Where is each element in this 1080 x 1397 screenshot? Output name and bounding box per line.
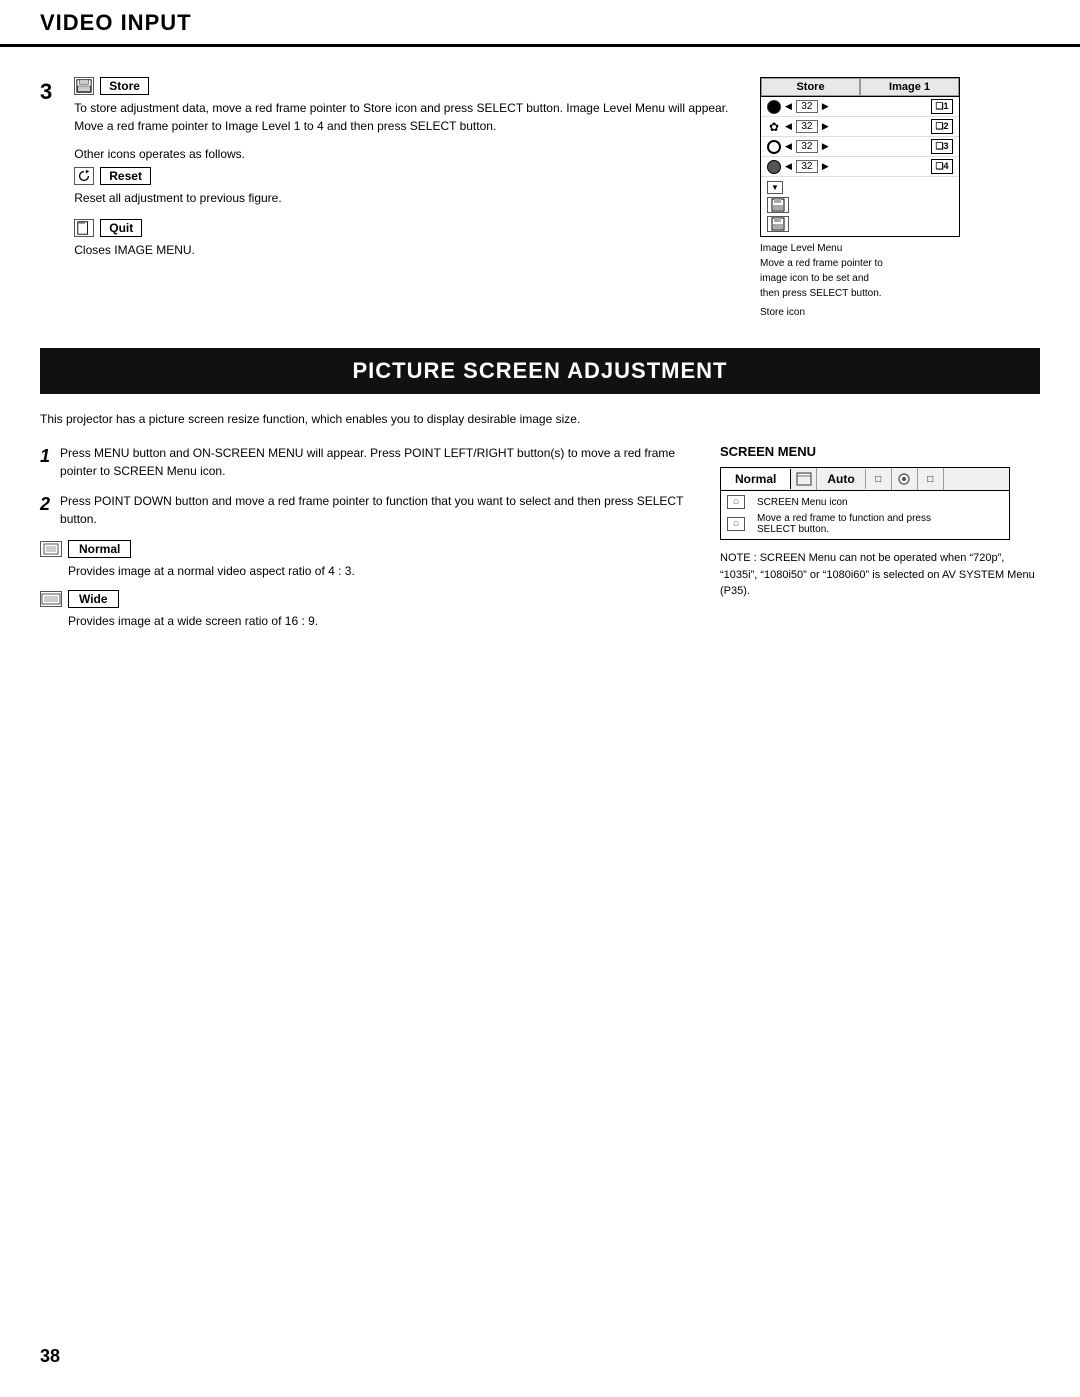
ilm-img1: ❑1 xyxy=(931,99,953,114)
ilm-sun-2: ✿ xyxy=(767,120,781,134)
normal-row: Normal xyxy=(40,540,690,558)
psa-step1: 1 Press MENU button and ON-SCREEN MENU w… xyxy=(40,444,690,480)
content-area: 3 Store To store adjustment data, move a… xyxy=(0,77,1080,640)
sm-icon-cell-2: □ xyxy=(866,468,892,490)
store-label: Store xyxy=(100,77,149,95)
store-icon-label: Store icon xyxy=(760,307,1040,318)
video-input-title: VIDEO INPUT xyxy=(40,10,1040,36)
quit-desc: Closes IMAGE MENU. xyxy=(74,241,730,259)
psa-step2-num: 2 xyxy=(40,494,50,528)
sm-normal: Normal xyxy=(721,469,791,489)
normal-label: Normal xyxy=(68,540,131,558)
ilm-bottom: ▼ xyxy=(761,177,959,236)
ilm-val-2: 32 xyxy=(796,120,818,133)
step3-right: Store Image 1 ◀ 32 ▶ ❑1 ✿ ◀ 32 ▶ ❑ xyxy=(760,77,1040,318)
sm-icon-cell-1 xyxy=(791,468,817,490)
reset-icon xyxy=(74,167,94,185)
ilm-val-3: 32 xyxy=(796,140,818,153)
note-text: NOTE : SCREEN Menu can not be operated w… xyxy=(720,550,1040,600)
video-input-header: VIDEO INPUT xyxy=(0,0,1080,47)
step3-content: Store To store adjustment data, move a r… xyxy=(74,77,730,271)
psa-right: SCREEN MENU Normal Auto □ xyxy=(720,444,1040,640)
ilm-store-row xyxy=(767,197,953,213)
ilm-arrow-4-left: ◀ xyxy=(785,161,792,172)
ilm-arrow-3-left: ◀ xyxy=(785,141,792,152)
ilm-row-2: ✿ ◀ 32 ▶ ❑2 xyxy=(761,117,959,137)
ilm-circle-3 xyxy=(767,140,781,154)
psa-left: 1 Press MENU button and ON-SCREEN MENU w… xyxy=(40,444,690,640)
ilm-caption-area: Image Level MenuMove a red frame pointer… xyxy=(760,241,1040,318)
ilm-arrow-2-right: ▶ xyxy=(822,121,829,132)
other-icons-text: Other icons operates as follows. xyxy=(74,147,730,161)
ilm-row-4: ◀ 32 ▶ ❑4 xyxy=(761,157,959,177)
step3-number: 3 xyxy=(40,79,52,105)
ilm-store-floppy xyxy=(767,197,789,213)
reset-desc: Reset all adjustment to previous figure. xyxy=(74,189,730,207)
screen-menu-title: SCREEN MENU xyxy=(720,444,1040,459)
sm-rows: □ SCREEN Menu icon □ Move a red frame to… xyxy=(721,491,1009,539)
sm-auto: Auto xyxy=(817,469,865,489)
step3-left: 3 Store To store adjustment data, move a… xyxy=(40,77,730,318)
store-icon-row: Store xyxy=(74,77,730,95)
sm-icon-cell-3 xyxy=(892,468,918,490)
ilm-caption: Image Level MenuMove a red frame pointer… xyxy=(760,241,1040,301)
ilm-arrow-2-left: ◀ xyxy=(785,121,792,132)
ilm-image-header: Image 1 xyxy=(860,78,959,96)
ilm-store-header: Store xyxy=(761,78,860,96)
ilm-arrow-1-left: ◀ xyxy=(785,101,792,112)
ilm-row-3: ◀ 32 ▶ ❑3 xyxy=(761,137,959,157)
psa-step1-text: Press MENU button and ON-SCREEN MENU wil… xyxy=(60,444,690,480)
psa-header: PICTURE SCREEN ADJUSTMENT xyxy=(40,348,1040,394)
ilm-circle-4 xyxy=(767,160,781,174)
sm-caption1: SCREEN Menu icon xyxy=(757,497,848,508)
sm-box-2: □ xyxy=(727,517,745,531)
psa-step2: 2 Press POINT DOWN button and move a red… xyxy=(40,492,690,528)
sm-row-2: □ Move a red frame to function and press… xyxy=(727,513,1003,535)
ilm-circle-1 xyxy=(767,100,781,114)
ilm-arrow-1-right: ▶ xyxy=(822,101,829,112)
quit-label: Quit xyxy=(100,219,142,237)
ilm-img2: ❑2 xyxy=(931,119,953,134)
wide-desc: Provides image at a wide screen ratio of… xyxy=(68,612,690,630)
reset-label: Reset xyxy=(100,167,151,185)
ilm-val-1: 32 xyxy=(796,100,818,113)
ilm-arrow-3-right: ▶ xyxy=(822,141,829,152)
store-icon xyxy=(74,77,94,95)
ilm-nav-row1: ▼ xyxy=(767,181,953,194)
ilm-header: Store Image 1 xyxy=(761,78,959,97)
ilm-arrow-4-right: ▶ xyxy=(822,161,829,172)
ilm-img3: ❑3 xyxy=(931,139,953,154)
ilm-img4: ❑4 xyxy=(931,159,953,174)
ilm-nav-down: ▼ xyxy=(767,181,783,194)
psa-intro: This projector has a picture screen resi… xyxy=(40,410,1040,428)
sm-caption2: Move a red frame to function and pressSE… xyxy=(757,513,931,535)
step3-description: To store adjustment data, move a red fra… xyxy=(74,99,730,135)
sm-box-1: □ xyxy=(727,495,745,509)
sm-icon-cell-4: □ xyxy=(918,468,944,490)
psa-step2-text: Press POINT DOWN button and move a red f… xyxy=(60,492,690,528)
wide-label: Wide xyxy=(68,590,119,608)
step3-section: 3 Store To store adjustment data, move a… xyxy=(40,77,1040,318)
ilm-store-icon-main xyxy=(767,216,789,232)
wide-icon xyxy=(40,591,62,607)
psa-step1-num: 1 xyxy=(40,446,50,480)
normal-desc: Provides image at a normal video aspect … xyxy=(68,562,690,580)
quit-row: Quit xyxy=(74,219,730,237)
sm-row-1: □ SCREEN Menu icon xyxy=(727,495,1003,509)
image-level-menu: Store Image 1 ◀ 32 ▶ ❑1 ✿ ◀ 32 ▶ ❑ xyxy=(760,77,960,237)
quit-icon xyxy=(74,219,94,237)
reset-row: Reset xyxy=(74,167,730,185)
ilm-val-4: 32 xyxy=(796,160,818,173)
normal-icon xyxy=(40,541,62,557)
sm-toolbar: Normal Auto □ xyxy=(721,468,1009,491)
psa-title: PICTURE SCREEN ADJUSTMENT xyxy=(40,358,1040,384)
ilm-row-1: ◀ 32 ▶ ❑1 xyxy=(761,97,959,117)
wide-row: Wide xyxy=(40,590,690,608)
page-number: 38 xyxy=(40,1346,60,1367)
psa-content: 1 Press MENU button and ON-SCREEN MENU w… xyxy=(40,444,1040,640)
screen-menu-box: Normal Auto □ xyxy=(720,467,1010,540)
